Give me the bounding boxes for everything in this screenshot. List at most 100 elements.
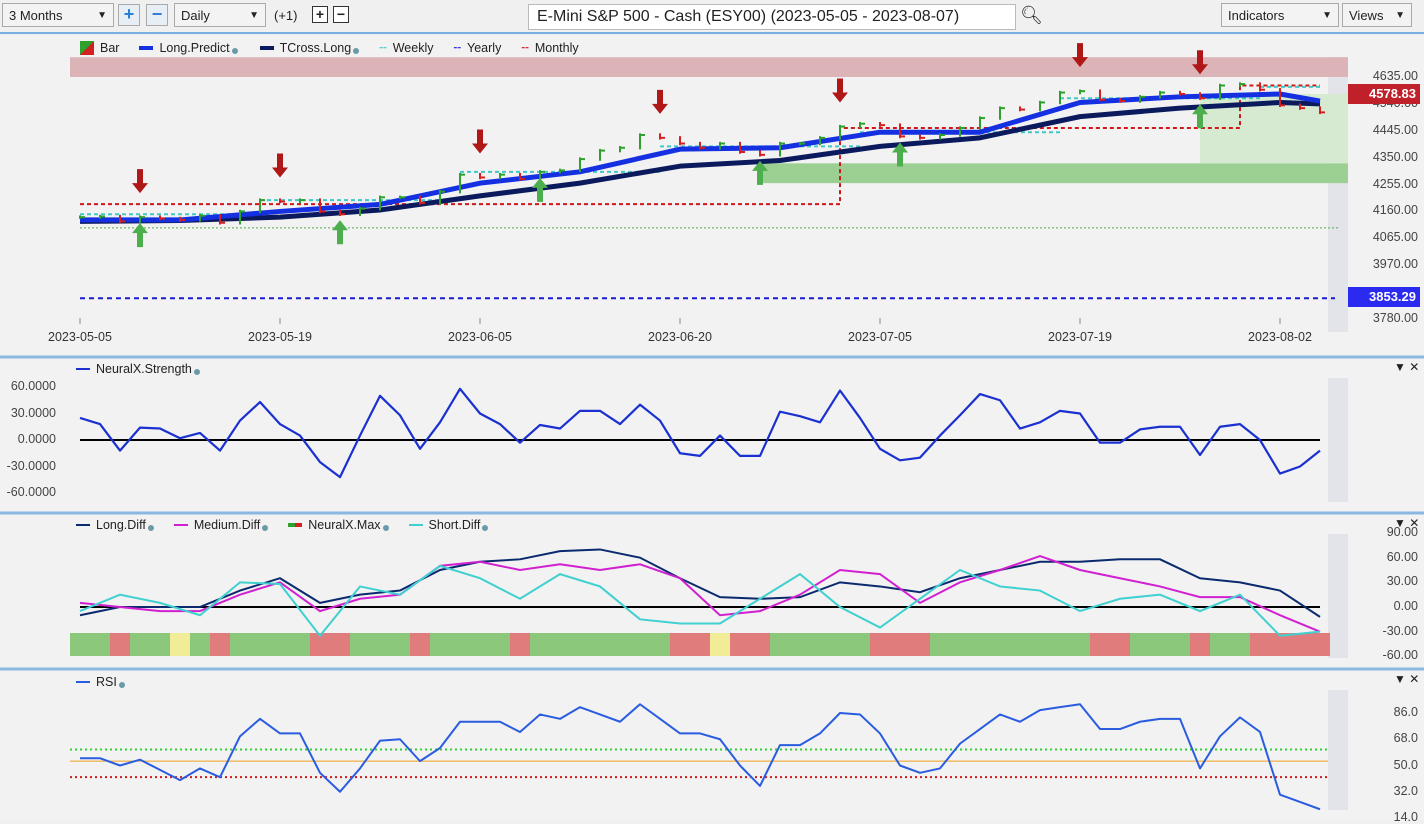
neuralx-max-bar: [830, 633, 850, 656]
neuralx-max-bar: [330, 633, 350, 656]
price-axis-tick: 4065.00: [1372, 230, 1418, 245]
neuralx-max-bar: [70, 633, 90, 656]
strength-axis-tick: 0.0000: [17, 432, 56, 446]
neuralx-max-bar: [730, 633, 750, 656]
legend-long-diff[interactable]: Long.Diff: [96, 518, 146, 532]
neuralx-max-bar: [110, 633, 130, 656]
date-axis-tick: 2023-07-19: [1048, 330, 1112, 344]
diff-legend: Long.Diff Medium.Diff NeuralX.Max Short.…: [76, 518, 489, 532]
long-diff-swatch: [76, 524, 90, 526]
panel-background: [0, 36, 1424, 356]
legend-long-predict[interactable]: Long.Predict: [159, 41, 229, 55]
price-axis-tick: 4350.00: [1372, 149, 1418, 164]
neuralx-max-bar: [670, 633, 690, 656]
date-axis-tick: 2023-06-05: [448, 330, 512, 344]
settings-dot-icon[interactable]: [262, 525, 269, 531]
strength-axis-tick: 30.0000: [10, 405, 56, 420]
neuralx-max-bar: [1050, 633, 1070, 656]
settings-dot-icon[interactable]: [482, 525, 489, 531]
panel-background: [0, 670, 1424, 820]
neuralx-max-bar: [1070, 633, 1090, 656]
neuralx-max-bar: [930, 633, 950, 656]
strength-axis-tick: -30.0000: [6, 458, 56, 473]
close-icon[interactable]: ✕: [1409, 672, 1419, 686]
neuralx-max-bar: [350, 633, 370, 656]
legend-short-diff[interactable]: Short.Diff: [429, 518, 481, 532]
settings-dot-icon[interactable]: [353, 47, 360, 54]
legend-neuralx-strength[interactable]: NeuralX.Strength: [96, 362, 192, 376]
neuralx-max-bar: [970, 633, 990, 656]
neuralx-max-bar: [570, 633, 590, 656]
neuralx-max-bar: [90, 633, 110, 656]
neuralx-max-bar: [870, 633, 890, 656]
collapse-icon[interactable]: ▼: [1394, 360, 1406, 374]
price-axis-tick: 4635.00: [1372, 69, 1418, 83]
neuralx-max-bar: [210, 633, 230, 656]
neuralx-max-bar: [710, 633, 730, 656]
yearly-swatch: ╌: [453, 41, 462, 55]
diff-axis-tick: 90.00: [1386, 525, 1418, 539]
neuralx-max-bar: [230, 633, 250, 656]
neuralx-max-bar: [630, 633, 650, 656]
legend-medium-diff[interactable]: Medium.Diff: [194, 518, 260, 532]
price-axis-tick: 4255.00: [1372, 176, 1418, 191]
diff-axis-tick: -60.00: [1382, 648, 1418, 663]
neuralx-max-bar: [130, 633, 150, 656]
neuralx-max-bar: [1310, 633, 1330, 656]
neuralx-max-bar: [1230, 633, 1250, 656]
yearly-price-label: 3853.29: [1348, 287, 1420, 307]
price-axis-tick: 4445.00: [1372, 122, 1418, 137]
collapse-icon[interactable]: ▼: [1394, 672, 1406, 686]
settings-dot-icon[interactable]: [382, 525, 389, 531]
settings-dot-icon[interactable]: [147, 525, 154, 531]
neuralx-max-bar: [770, 633, 790, 656]
legend-neuralx-max[interactable]: NeuralX.Max: [308, 518, 380, 532]
rsi-axis-tick: 86.0: [1393, 705, 1418, 719]
neuralx-max-bar: [850, 633, 870, 656]
diff-axis-tick: 60.00: [1386, 549, 1418, 564]
tcross-swatch: [259, 45, 274, 50]
neuralx-max-bar: [750, 633, 770, 656]
diff-axis-tick: 30.00: [1386, 574, 1418, 589]
neuralx-max-bar: [530, 633, 550, 656]
diff-axis-tick: 0.00: [1393, 599, 1418, 613]
scrollbar-track: [1328, 690, 1348, 810]
neuralx-max-bar: [1010, 633, 1030, 656]
close-icon[interactable]: ✕: [1409, 360, 1419, 374]
neuralx-max-bar: [370, 633, 390, 656]
neuralx-max-bar: [1250, 633, 1270, 656]
chart-canvas[interactable]: [0, 0, 1424, 820]
neuralx-max-bar: [990, 633, 1010, 656]
neuralx-max-bar: [1110, 633, 1130, 656]
legend-weekly: Weekly: [392, 40, 434, 55]
date-axis-tick: 2023-08-02: [1248, 330, 1312, 344]
settings-dot-icon[interactable]: [118, 682, 125, 688]
neuralx-max-bar: [290, 633, 310, 656]
diff-axis-tick: -30.00: [1382, 623, 1418, 638]
neuralx-max-bar: [470, 633, 490, 656]
price-axis-tick: 4160.00: [1372, 203, 1418, 218]
neuralx-max-bar: [1130, 633, 1150, 656]
neuralx-max-bar: [950, 633, 970, 656]
neuralx-max-bar: [1210, 633, 1230, 656]
neuralx-max-bar: [690, 633, 710, 656]
neuralx-max-bar: [910, 633, 930, 656]
legend-tcross-long[interactable]: TCross.Long: [280, 41, 352, 55]
neuralx-max-bar: [170, 633, 190, 656]
short-diff-swatch: [408, 524, 423, 526]
settings-dot-icon[interactable]: [231, 47, 238, 54]
legend-rsi[interactable]: RSI: [96, 675, 117, 689]
scrollbar-track: [1328, 378, 1348, 502]
monthly-swatch: ╌: [521, 41, 529, 55]
neuralx-max-bar: [1170, 633, 1190, 656]
rsi-axis-tick: 68.0: [1393, 731, 1418, 746]
panel-controls: ▼ ✕: [1394, 360, 1419, 374]
strength-axis-tick: 60.0000: [10, 379, 56, 393]
panel-controls: ▼ ✕: [1394, 672, 1419, 686]
neuralx-max-bar: [410, 633, 430, 656]
settings-dot-icon[interactable]: [193, 369, 200, 375]
rsi-axis-tick: 14.0: [1393, 810, 1418, 824]
price-axis-tick: 3780.00: [1372, 311, 1418, 325]
neuralx-max-bar: [610, 633, 630, 656]
neuralx-max-bar: [1090, 633, 1110, 656]
